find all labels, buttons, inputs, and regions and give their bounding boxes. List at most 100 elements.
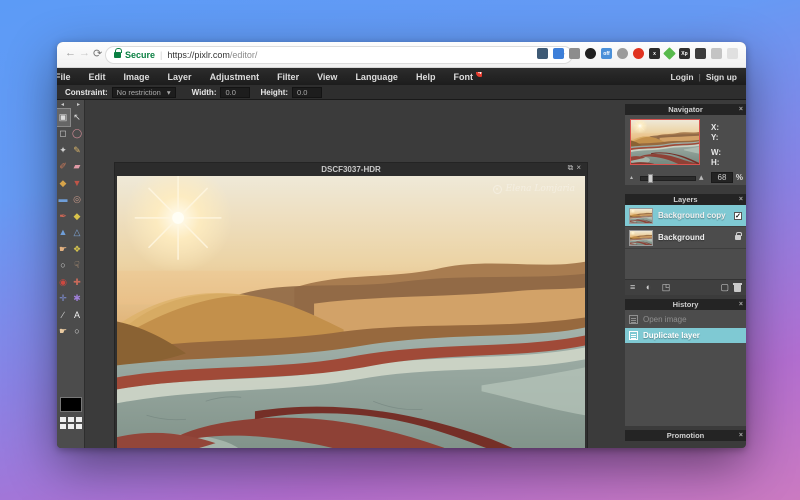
menu-language[interactable]: Language — [346, 72, 407, 82]
padlock-icon — [114, 52, 121, 58]
y-label: Y: — [711, 133, 718, 142]
lasso-tool-icon[interactable]: ◯ — [71, 126, 84, 143]
off-badge-extension-icon[interactable]: off — [601, 48, 612, 59]
close-icon[interactable]: × — [739, 299, 743, 310]
history-step[interactable]: Duplicate layer — [625, 328, 746, 343]
menu-items: FileEditImageLayerAdjustmentFilterViewLa… — [57, 72, 482, 82]
url-path: /editor/ — [230, 50, 258, 60]
history-step[interactable]: Open image — [625, 312, 746, 327]
menu-layer[interactable]: Layer — [159, 72, 201, 82]
camera-extension-icon[interactable] — [569, 48, 580, 59]
close-icon[interactable]: × — [739, 104, 743, 115]
menu-font[interactable]: Font4 — [444, 72, 482, 82]
eyedropper-tool-icon[interactable]: ∕ — [57, 307, 70, 324]
delete-layer-icon[interactable] — [734, 285, 741, 292]
close-icon[interactable]: × — [739, 194, 743, 205]
url-host: https://pixlr.com — [167, 50, 230, 60]
pocket-extension-icon[interactable] — [537, 48, 548, 59]
menu-view[interactable]: View — [308, 72, 346, 82]
heal-tool-icon[interactable]: ✚ — [71, 274, 84, 291]
close-window-icon[interactable]: × — [576, 163, 584, 172]
menu-adjustment[interactable]: Adjustment — [201, 72, 269, 82]
screenshot-extension-icon[interactable] — [695, 48, 706, 59]
type-tool-icon[interactable]: A — [71, 307, 84, 324]
menu-filter[interactable]: Filter — [268, 72, 308, 82]
zoom-out-icon[interactable]: ▴ — [630, 174, 633, 181]
light-extension-icon[interactable] — [711, 48, 722, 59]
crop-tool-icon[interactable]: ▣ — [57, 109, 70, 126]
navigator-zoom-value[interactable]: 68 — [711, 172, 733, 183]
zoom-slider[interactable] — [640, 176, 696, 181]
document-title[interactable]: DSCF3037-HDR — [115, 163, 587, 176]
sharpen-tool-icon[interactable]: △ — [71, 225, 84, 242]
eraser-tool-icon[interactable]: ▰ — [71, 159, 84, 176]
redeye-tool-icon[interactable]: ◉ — [57, 274, 70, 291]
blur-tool-icon[interactable]: ▲ — [57, 225, 70, 242]
bucket-tool-icon[interactable]: ◆ — [57, 175, 70, 192]
toolbox-collapse-right-icon[interactable]: ▸ — [77, 101, 80, 108]
address-bar[interactable]: Secure | https://pixlr.com /editor/ ☆ — [105, 46, 573, 64]
menu-edit[interactable]: Edit — [80, 72, 115, 82]
pinch-tool-icon[interactable]: ✱ — [71, 291, 84, 308]
stamp-tool-icon[interactable]: ▼ — [71, 175, 84, 192]
image-document-window[interactable]: DSCF3037-HDR ⧉× Elena Lomjaria 68 % 1200… — [114, 162, 588, 448]
zoom-slider-handle[interactable] — [648, 174, 653, 183]
navigator-thumbnail[interactable] — [630, 119, 700, 165]
dodge-tool-icon[interactable]: ○ — [57, 258, 70, 275]
login-link[interactable]: Login — [670, 72, 693, 82]
layer-row[interactable]: Background copy ✓ — [625, 205, 746, 227]
close-icon[interactable]: × — [739, 430, 743, 441]
gradient-tool-icon[interactable]: ▬ — [57, 192, 70, 209]
grey-circle-extension-icon[interactable] — [617, 48, 628, 59]
layer-row[interactable]: Background — [625, 227, 746, 249]
promotion-panel-header[interactable]: Promotion × — [625, 430, 746, 441]
menu-file[interactable]: File — [57, 72, 80, 82]
extension-icons: off x Xp — [537, 48, 738, 59]
workspace: DSCF3037-HDR ⧉× Elena Lomjaria 68 % 1200… — [85, 100, 625, 448]
brush-tool-icon[interactable]: ✐ — [57, 159, 70, 176]
menu-image[interactable]: Image — [115, 72, 159, 82]
toolbox-panel: ◂ ▸ ▣↖◻◯✦✎✐▰◆▼▬◎✒◆▲△☛❖○☟◉✚✛✱∕A☛○ — [57, 100, 85, 448]
layer-settings-icon[interactable]: ≡ ◐ ◳ — [630, 282, 674, 293]
navigator-panel-header[interactable]: Navigator × — [625, 104, 746, 115]
wand-tool-icon[interactable]: ✦ — [57, 142, 70, 159]
move-tool-icon[interactable]: ↖ — [71, 109, 84, 126]
history-step-icon — [629, 315, 638, 324]
dark-circle-extension-icon[interactable] — [585, 48, 596, 59]
new-layer-icon[interactable]: ▢ — [720, 282, 729, 293]
bloat-tool-icon[interactable]: ✛ — [57, 291, 70, 308]
xp-extension-icon[interactable]: Xp — [679, 48, 690, 59]
layer-visibility-checkbox[interactable]: ✓ — [734, 212, 742, 220]
width-field[interactable]: 0.0 — [220, 87, 250, 98]
clone-tool-icon[interactable]: ◎ — [71, 192, 84, 209]
history-panel-header[interactable]: History × — [625, 299, 746, 310]
hand-tool-icon[interactable]: ☛ — [57, 324, 70, 341]
lighter-extension-icon[interactable] — [727, 48, 738, 59]
docs-extension-icon[interactable] — [553, 48, 564, 59]
toolbox-collapse-left-icon[interactable]: ◂ — [61, 101, 64, 108]
adblock-extension-icon[interactable] — [633, 48, 644, 59]
marquee-tool-icon[interactable]: ◻ — [57, 126, 70, 143]
signup-link[interactable]: Sign up — [706, 72, 737, 82]
swatch-grid[interactable] — [60, 417, 82, 429]
layers-panel-header[interactable]: Layers × — [625, 194, 746, 205]
forward-icon[interactable]: → — [79, 47, 90, 59]
zoom-tool-icon[interactable]: ○ — [71, 324, 84, 341]
menu-help[interactable]: Help — [407, 72, 445, 82]
sponge-tool-icon[interactable]: ❖ — [71, 241, 84, 258]
green-diamond-extension-icon[interactable] — [663, 47, 676, 60]
back-icon[interactable]: ← — [65, 47, 76, 59]
pen-tool-icon[interactable]: ✒ — [57, 208, 70, 225]
foreground-color-swatch[interactable] — [60, 397, 82, 412]
navigator-panel: X: Y: W: H: ▴ ▴ 68 % — [625, 115, 746, 185]
shape-tool-icon[interactable]: ◆ — [71, 208, 84, 225]
dark-square-extension-icon[interactable]: x — [649, 48, 660, 59]
reload-icon[interactable]: ⟳ — [93, 47, 102, 60]
pencil-tool-icon[interactable]: ✎ — [71, 142, 84, 159]
height-field[interactable]: 0.0 — [292, 87, 322, 98]
smudge-tool-icon[interactable]: ☛ — [57, 241, 70, 258]
photo-canvas[interactable]: Elena Lomjaria — [117, 176, 585, 448]
burn-tool-icon[interactable]: ☟ — [71, 258, 84, 275]
zoom-in-icon[interactable]: ▴ — [699, 172, 704, 183]
constraint-dropdown[interactable]: No restriction ▾ — [112, 87, 176, 98]
